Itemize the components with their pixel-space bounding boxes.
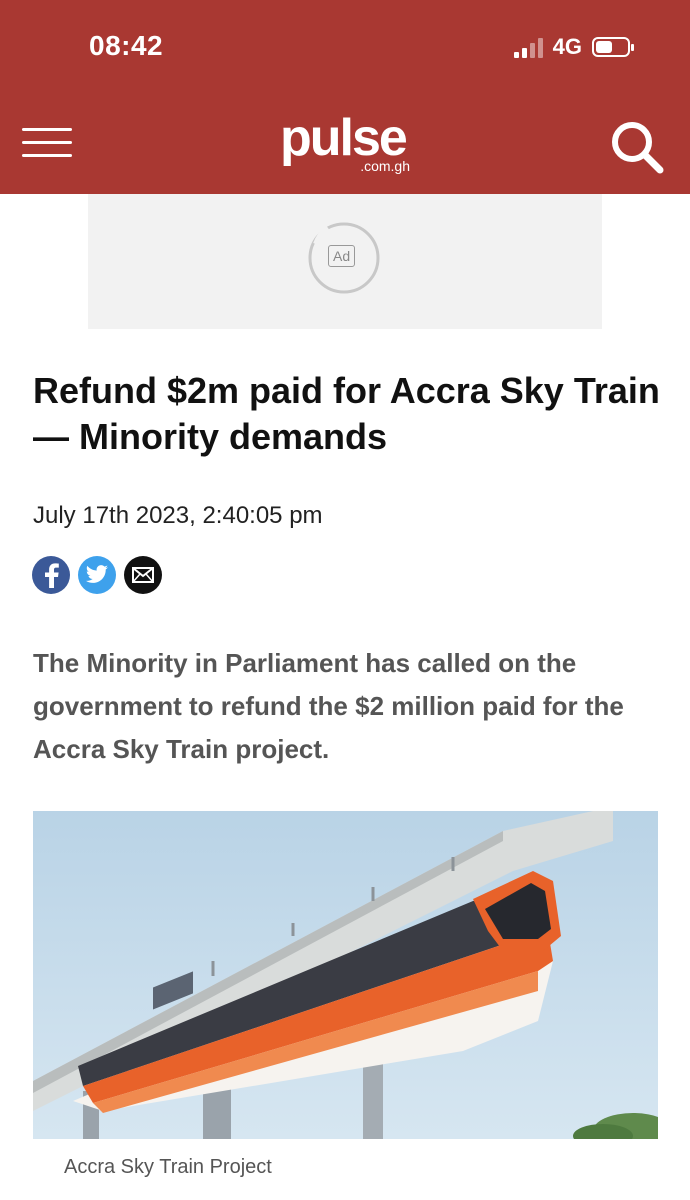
status-indicators: 4G	[513, 34, 634, 60]
status-time: 08:42	[89, 30, 164, 61]
article-lead: The Minority in Parliament has called on…	[33, 648, 624, 764]
ad-label: Ad	[328, 245, 356, 267]
share-buttons	[32, 556, 162, 594]
image-caption: Accra Sky Train Project	[64, 1156, 272, 1178]
ad-banner[interactable]: Ad	[88, 194, 602, 329]
battery-icon	[592, 37, 634, 57]
email-share-button[interactable]	[124, 556, 162, 594]
signal-icon	[513, 36, 543, 58]
facebook-share-button[interactable]	[32, 556, 70, 594]
twitter-icon	[86, 565, 108, 583]
status-bar: 08:42 4G	[0, 0, 690, 94]
facebook-icon	[45, 563, 59, 588]
email-icon	[132, 567, 154, 583]
network-type: 4G	[552, 34, 582, 59]
search-icon[interactable]	[608, 118, 666, 176]
article-hero-image[interactable]	[33, 811, 658, 1139]
twitter-share-button[interactable]	[78, 556, 116, 594]
article-title: Refund $2m paid for Accra Sky Train — Mi…	[33, 370, 660, 457]
site-header: pulse .com.gh	[0, 94, 690, 194]
pulse-logo[interactable]: pulse .com.gh	[280, 109, 410, 174]
article-date: July 17th 2023, 2:40:05 pm	[33, 502, 323, 529]
logo-domain: .com.gh	[360, 158, 410, 174]
hamburger-menu-icon[interactable]	[22, 124, 74, 160]
sky-train-image	[33, 811, 658, 1139]
